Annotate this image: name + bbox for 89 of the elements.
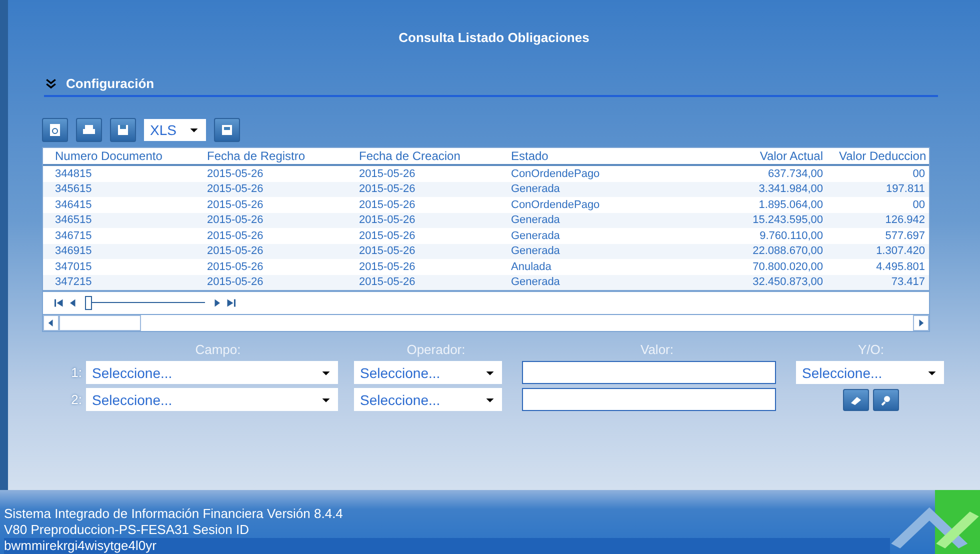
table-cell: 2015-05-26	[195, 165, 347, 182]
table-cell: Generada	[499, 228, 641, 244]
table-cell: 9.760.110,00	[641, 228, 827, 244]
table-cell: 2015-05-26	[195, 197, 347, 212]
table-cell: 2015-05-26	[195, 182, 347, 197]
filter-label: Y/O:	[856, 342, 885, 357]
search-button[interactable]	[873, 388, 899, 410]
column-header[interactable]: Valor Deduccion	[827, 148, 929, 165]
status-text: Sistema Integrado de Información Financiera Versión 8.4.4	[4, 506, 344, 522]
table-cell: 347015	[43, 259, 195, 274]
table-cell: 3.341.984,00	[641, 182, 827, 197]
horizontal-scrollbar[interactable]	[43, 314, 929, 331]
row-number: 2:	[70, 392, 82, 407]
table-cell: 2015-05-26	[195, 244, 347, 259]
first-page-icon	[53, 297, 65, 309]
column-header[interactable]: Valor Actual	[641, 148, 827, 165]
table-cell: 73.417	[827, 274, 929, 290]
table-cell: 2015-05-26	[347, 165, 499, 182]
format-dropdown[interactable]: XLS	[144, 119, 206, 141]
save-icon	[115, 122, 131, 138]
value-field[interactable]	[522, 388, 776, 411]
column-header[interactable]: Numero Documento	[43, 148, 195, 165]
table-cell: 4.495.801	[827, 259, 929, 274]
value-field[interactable]	[522, 361, 776, 384]
scroll-right-icon	[913, 315, 929, 331]
table-cell: 2015-05-26	[347, 212, 499, 228]
section-title: Configuración	[66, 76, 154, 91]
select-dropdown[interactable]: Seleccione...	[354, 361, 502, 384]
select-dropdown[interactable]: Seleccione...	[354, 388, 502, 411]
table-cell: 197.811	[827, 182, 929, 197]
column-header[interactable]: Fecha de Creacion	[347, 148, 499, 165]
table-cell: 346415	[43, 197, 195, 212]
status-text: bwmmirekrgi4wisytge4l0yr	[4, 538, 890, 554]
table-cell: 32.450.873,00	[641, 274, 827, 290]
window-title: Consulta Listado Obligaciones	[398, 29, 590, 47]
table-cell: 577.697	[827, 228, 929, 244]
status-text: V80 Preproduccion-PS-FESA31 Sesion ID	[4, 522, 250, 538]
clear-button[interactable]	[843, 388, 869, 410]
table-cell: 344815	[43, 165, 195, 182]
select-dropdown[interactable]: Seleccione...	[86, 388, 338, 411]
table-cell: Anulada	[499, 259, 641, 274]
table-cell: 22.088.670,00	[641, 244, 827, 259]
select-dropdown[interactable]: Seleccione...	[86, 361, 338, 384]
print-button[interactable]	[76, 118, 102, 142]
table-cell: 346915	[43, 244, 195, 259]
table-cell: Generada	[499, 274, 641, 290]
table-cell: 2015-05-26	[195, 259, 347, 274]
table-cell: 00	[827, 165, 929, 182]
table-cell: Generada	[499, 182, 641, 197]
table-cell: 1.307.420	[827, 244, 929, 259]
row-number: 1:	[70, 365, 82, 380]
select-dropdown[interactable]: Seleccione...	[796, 361, 944, 384]
section-toggle[interactable]	[44, 76, 58, 90]
table-cell: 2015-05-26	[195, 228, 347, 244]
table-cell: 70.800.020,00	[641, 259, 827, 274]
table-cell: 1.895.064,00	[641, 197, 827, 212]
table-cell: 347215	[43, 274, 195, 290]
table-cell: 2015-05-26	[347, 182, 499, 197]
filter-label: Valor:	[640, 342, 674, 357]
table-cell: 637.734,00	[641, 165, 827, 182]
chevron-icon	[44, 76, 58, 90]
export-button[interactable]	[214, 118, 240, 142]
scroll-thumb[interactable]	[59, 315, 141, 331]
column-header[interactable]: Estado	[499, 148, 641, 165]
table-cell: 2015-05-26	[347, 197, 499, 212]
column-header[interactable]: Fecha de Registro	[195, 148, 347, 165]
table-cell: Generada	[499, 244, 641, 259]
filter-label: Campo:	[194, 342, 242, 357]
table-cell: ConOrdendePago	[499, 165, 641, 182]
table-cell: Generada	[499, 212, 641, 228]
table-cell: 15.243.595,00	[641, 212, 827, 228]
table-cell: 126.942	[827, 212, 929, 228]
filter-label: Operador:	[406, 342, 466, 357]
table-cell: 346715	[43, 228, 195, 244]
last-page-icon	[225, 297, 237, 309]
table-cell: 2015-05-26	[195, 274, 347, 290]
save-button[interactable]	[110, 118, 136, 142]
table-cell: 346515	[43, 212, 195, 228]
table-cell: 345615	[43, 182, 195, 197]
table-cell: ConOrdendePago	[499, 197, 641, 212]
table-cell: 00	[827, 197, 929, 212]
table-cell: 2015-05-26	[347, 259, 499, 274]
table-cell: 2015-05-26	[347, 274, 499, 290]
refresh-button[interactable]	[42, 118, 68, 142]
table-cell: 2015-05-26	[195, 212, 347, 228]
table-cell: 2015-05-26	[347, 228, 499, 244]
table-cell: 2015-05-26	[347, 244, 499, 259]
scroll-left-icon	[43, 315, 59, 331]
slider-thumb[interactable]	[85, 296, 92, 310]
